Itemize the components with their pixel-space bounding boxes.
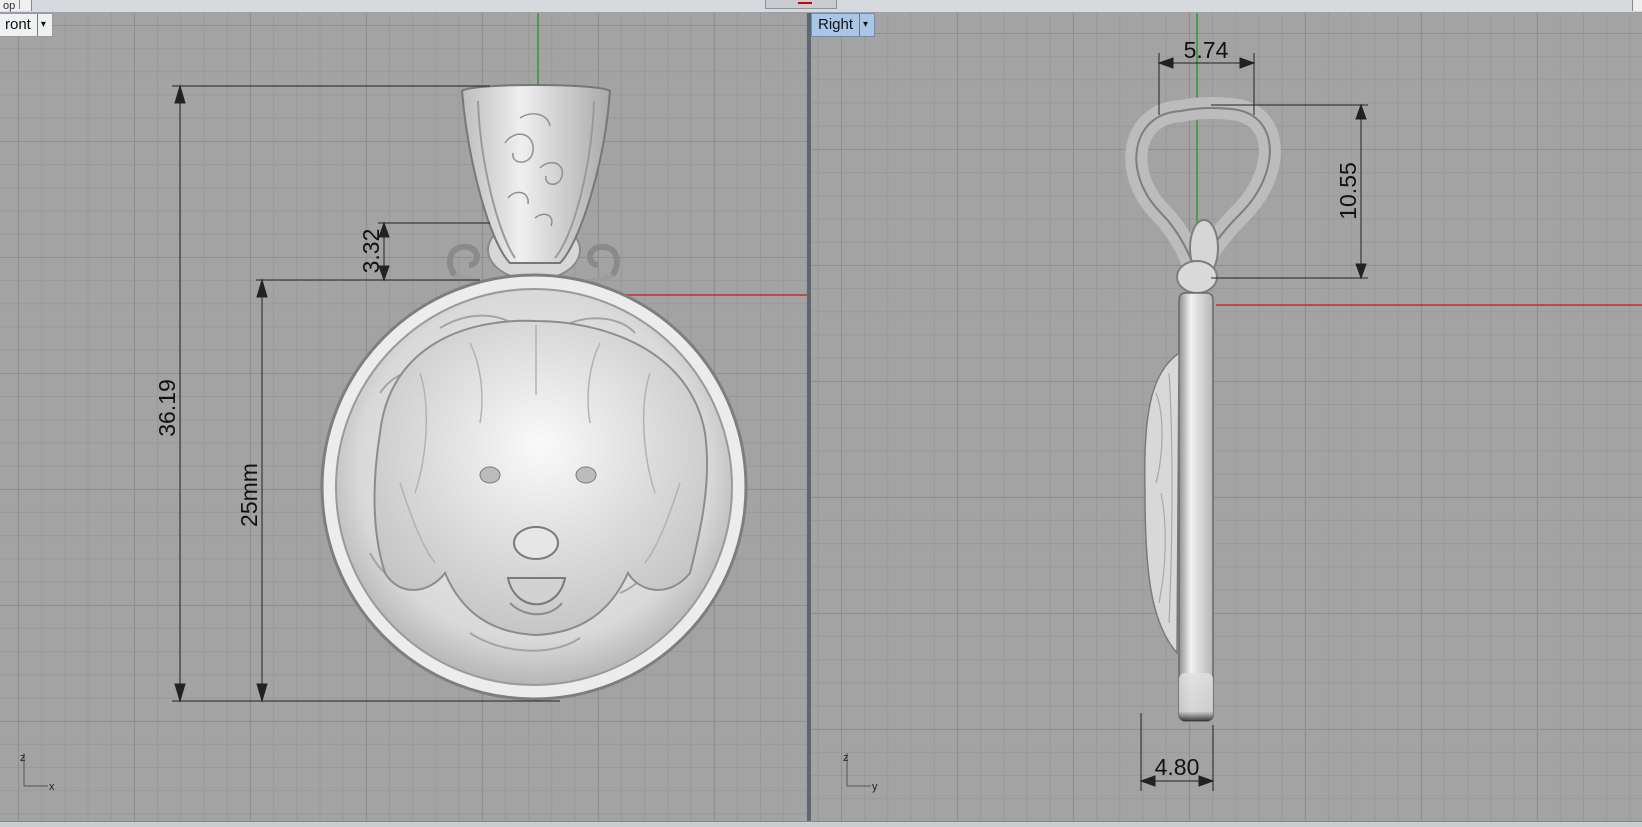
scroll-handle[interactable]: [1632, 0, 1642, 11]
top-tab-strip: op: [0, 0, 1642, 13]
pendant-side-profile: [1143, 292, 1214, 722]
viewport-label-right[interactable]: Right ▾: [811, 13, 876, 37]
dim-disc-diameter: 25mm: [236, 463, 262, 527]
dog-head-relief: [373, 319, 709, 637]
viewport-label-front-text: ront: [5, 16, 31, 33]
axis-z-label: z: [843, 752, 849, 764]
bail-side: [1125, 96, 1281, 306]
pendant-disc: [320, 273, 748, 701]
dim-bail-gap: 3.32: [358, 229, 384, 274]
axis-widget: [846, 753, 871, 787]
chevron-down-icon[interactable]: ▾: [859, 14, 868, 37]
axis-y-label: y: [872, 781, 878, 793]
axis-x-label: x: [49, 781, 55, 793]
viewport-label-right-text: Right: [818, 16, 854, 33]
chevron-down-icon[interactable]: ▾: [36, 14, 46, 37]
dim-overall-height: 36.19: [154, 379, 180, 437]
bail: [446, 84, 621, 288]
viewport-right[interactable]: 5.74 10.55 4.80 z y Right ▾: [811, 13, 1642, 821]
viewport-front[interactable]: 36.19 25mm 3.32 z x ront ▾: [0, 13, 807, 821]
splitter-handle[interactable]: [765, 0, 837, 9]
tab-top-view[interactable]: op: [0, 0, 33, 12]
bottom-status-strip: [0, 821, 1642, 827]
axis-widget: [23, 753, 48, 787]
axis-z-label: z: [20, 752, 26, 764]
dim-bail-width: 5.74: [1184, 37, 1229, 63]
dim-thickness: 4.80: [1155, 754, 1200, 780]
front-view-canvas: 36.19 25mm 3.32 z x: [20, 13, 807, 793]
dim-bail-height: 10.55: [1335, 162, 1361, 220]
x-axis-marker-icon: [798, 2, 812, 4]
viewport-label-front[interactable]: ront ▾: [0, 13, 53, 37]
tab-top-label: op: [3, 0, 16, 12]
right-view-canvas: 5.74 10.55 4.80 z y: [843, 13, 1642, 793]
chevron-down-icon[interactable]: [19, 0, 28, 9]
